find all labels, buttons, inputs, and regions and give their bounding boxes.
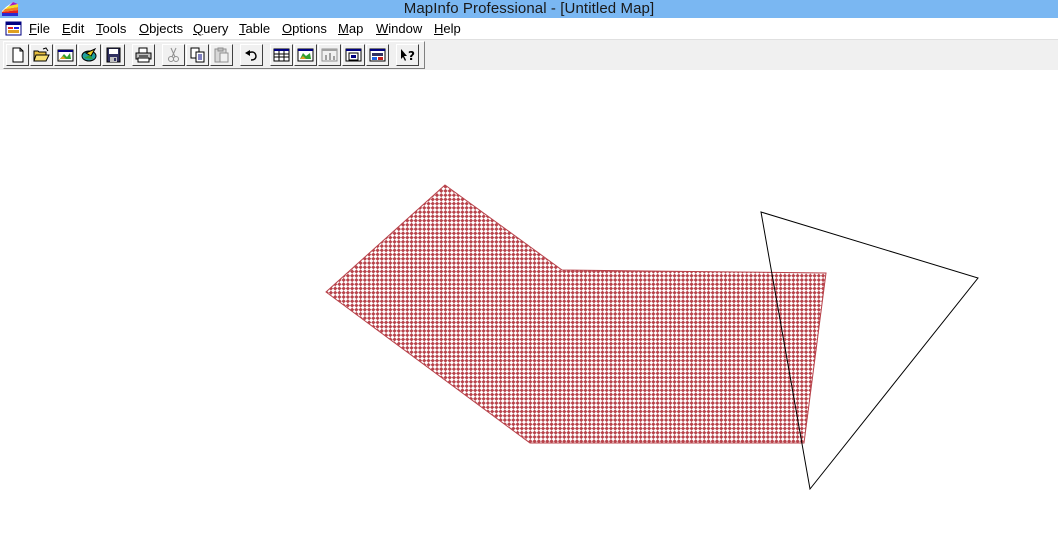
copy-button[interactable] <box>186 44 209 66</box>
cut-icon <box>168 47 179 62</box>
menu-bar: File Edit Tools Objects Query Table Opti… <box>0 18 1058 39</box>
open-workspace-icon <box>57 49 74 62</box>
cut-button[interactable] <box>162 44 185 66</box>
open-table-button[interactable] <box>30 44 53 66</box>
menu-tools[interactable]: Tools <box>96 21 126 37</box>
new-browser-icon <box>273 48 290 62</box>
menu-options[interactable]: Options <box>282 21 327 37</box>
new-grapher-button[interactable] <box>318 44 341 66</box>
svg-text:?: ? <box>408 49 415 63</box>
new-document-icon <box>12 47 24 63</box>
new-redistrict-button[interactable] <box>366 44 389 66</box>
menu-window[interactable]: Window <box>376 21 422 37</box>
menu-table[interactable]: Table <box>239 21 270 37</box>
paste-button[interactable] <box>210 44 233 66</box>
menu-help[interactable]: Help <box>434 21 461 37</box>
menu-edit[interactable]: Edit <box>62 21 84 37</box>
help-pointer-button[interactable]: ? <box>396 44 419 66</box>
menu-query[interactable]: Query <box>193 21 228 37</box>
title-bar: MapInfo Professional - [Untitled Map] <box>0 0 1058 18</box>
window-title: MapInfo Professional - [Untitled Map] <box>403 0 655 17</box>
menu-map[interactable]: Map <box>338 21 363 37</box>
document-window-icon[interactable] <box>5 21 23 37</box>
map-canvas[interactable] <box>0 70 1058 551</box>
save-icon <box>106 47 121 63</box>
undo-icon <box>245 50 257 61</box>
map-polygon-checkered[interactable] <box>325 184 827 444</box>
open-dbms-icon <box>81 47 97 62</box>
new-browser-button[interactable] <box>270 44 293 66</box>
new-layout-button[interactable] <box>342 44 365 66</box>
copy-icon <box>190 47 205 63</box>
new-mapper-icon <box>297 48 314 62</box>
help-pointer-icon: ? <box>401 49 415 63</box>
save-table-button[interactable] <box>102 44 125 66</box>
menu-objects[interactable]: Objects <box>139 21 183 37</box>
menu-file[interactable]: File <box>29 21 50 37</box>
redistrict-icon <box>369 48 386 62</box>
open-dbms-table-button[interactable] <box>78 44 101 66</box>
print-button[interactable] <box>132 44 155 66</box>
toolbar-area: ? <box>0 39 1058 71</box>
open-folder-icon <box>33 47 50 62</box>
new-grapher-icon <box>321 48 338 62</box>
open-workspace-button[interactable] <box>54 44 77 66</box>
standard-toolbar: ? <box>3 41 425 69</box>
print-icon <box>135 47 152 63</box>
map-window[interactable] <box>0 70 1058 551</box>
new-mapper-button[interactable] <box>294 44 317 66</box>
new-table-button[interactable] <box>6 44 29 66</box>
new-layout-icon <box>345 48 362 62</box>
paste-icon <box>214 47 229 63</box>
undo-button[interactable] <box>240 44 263 66</box>
